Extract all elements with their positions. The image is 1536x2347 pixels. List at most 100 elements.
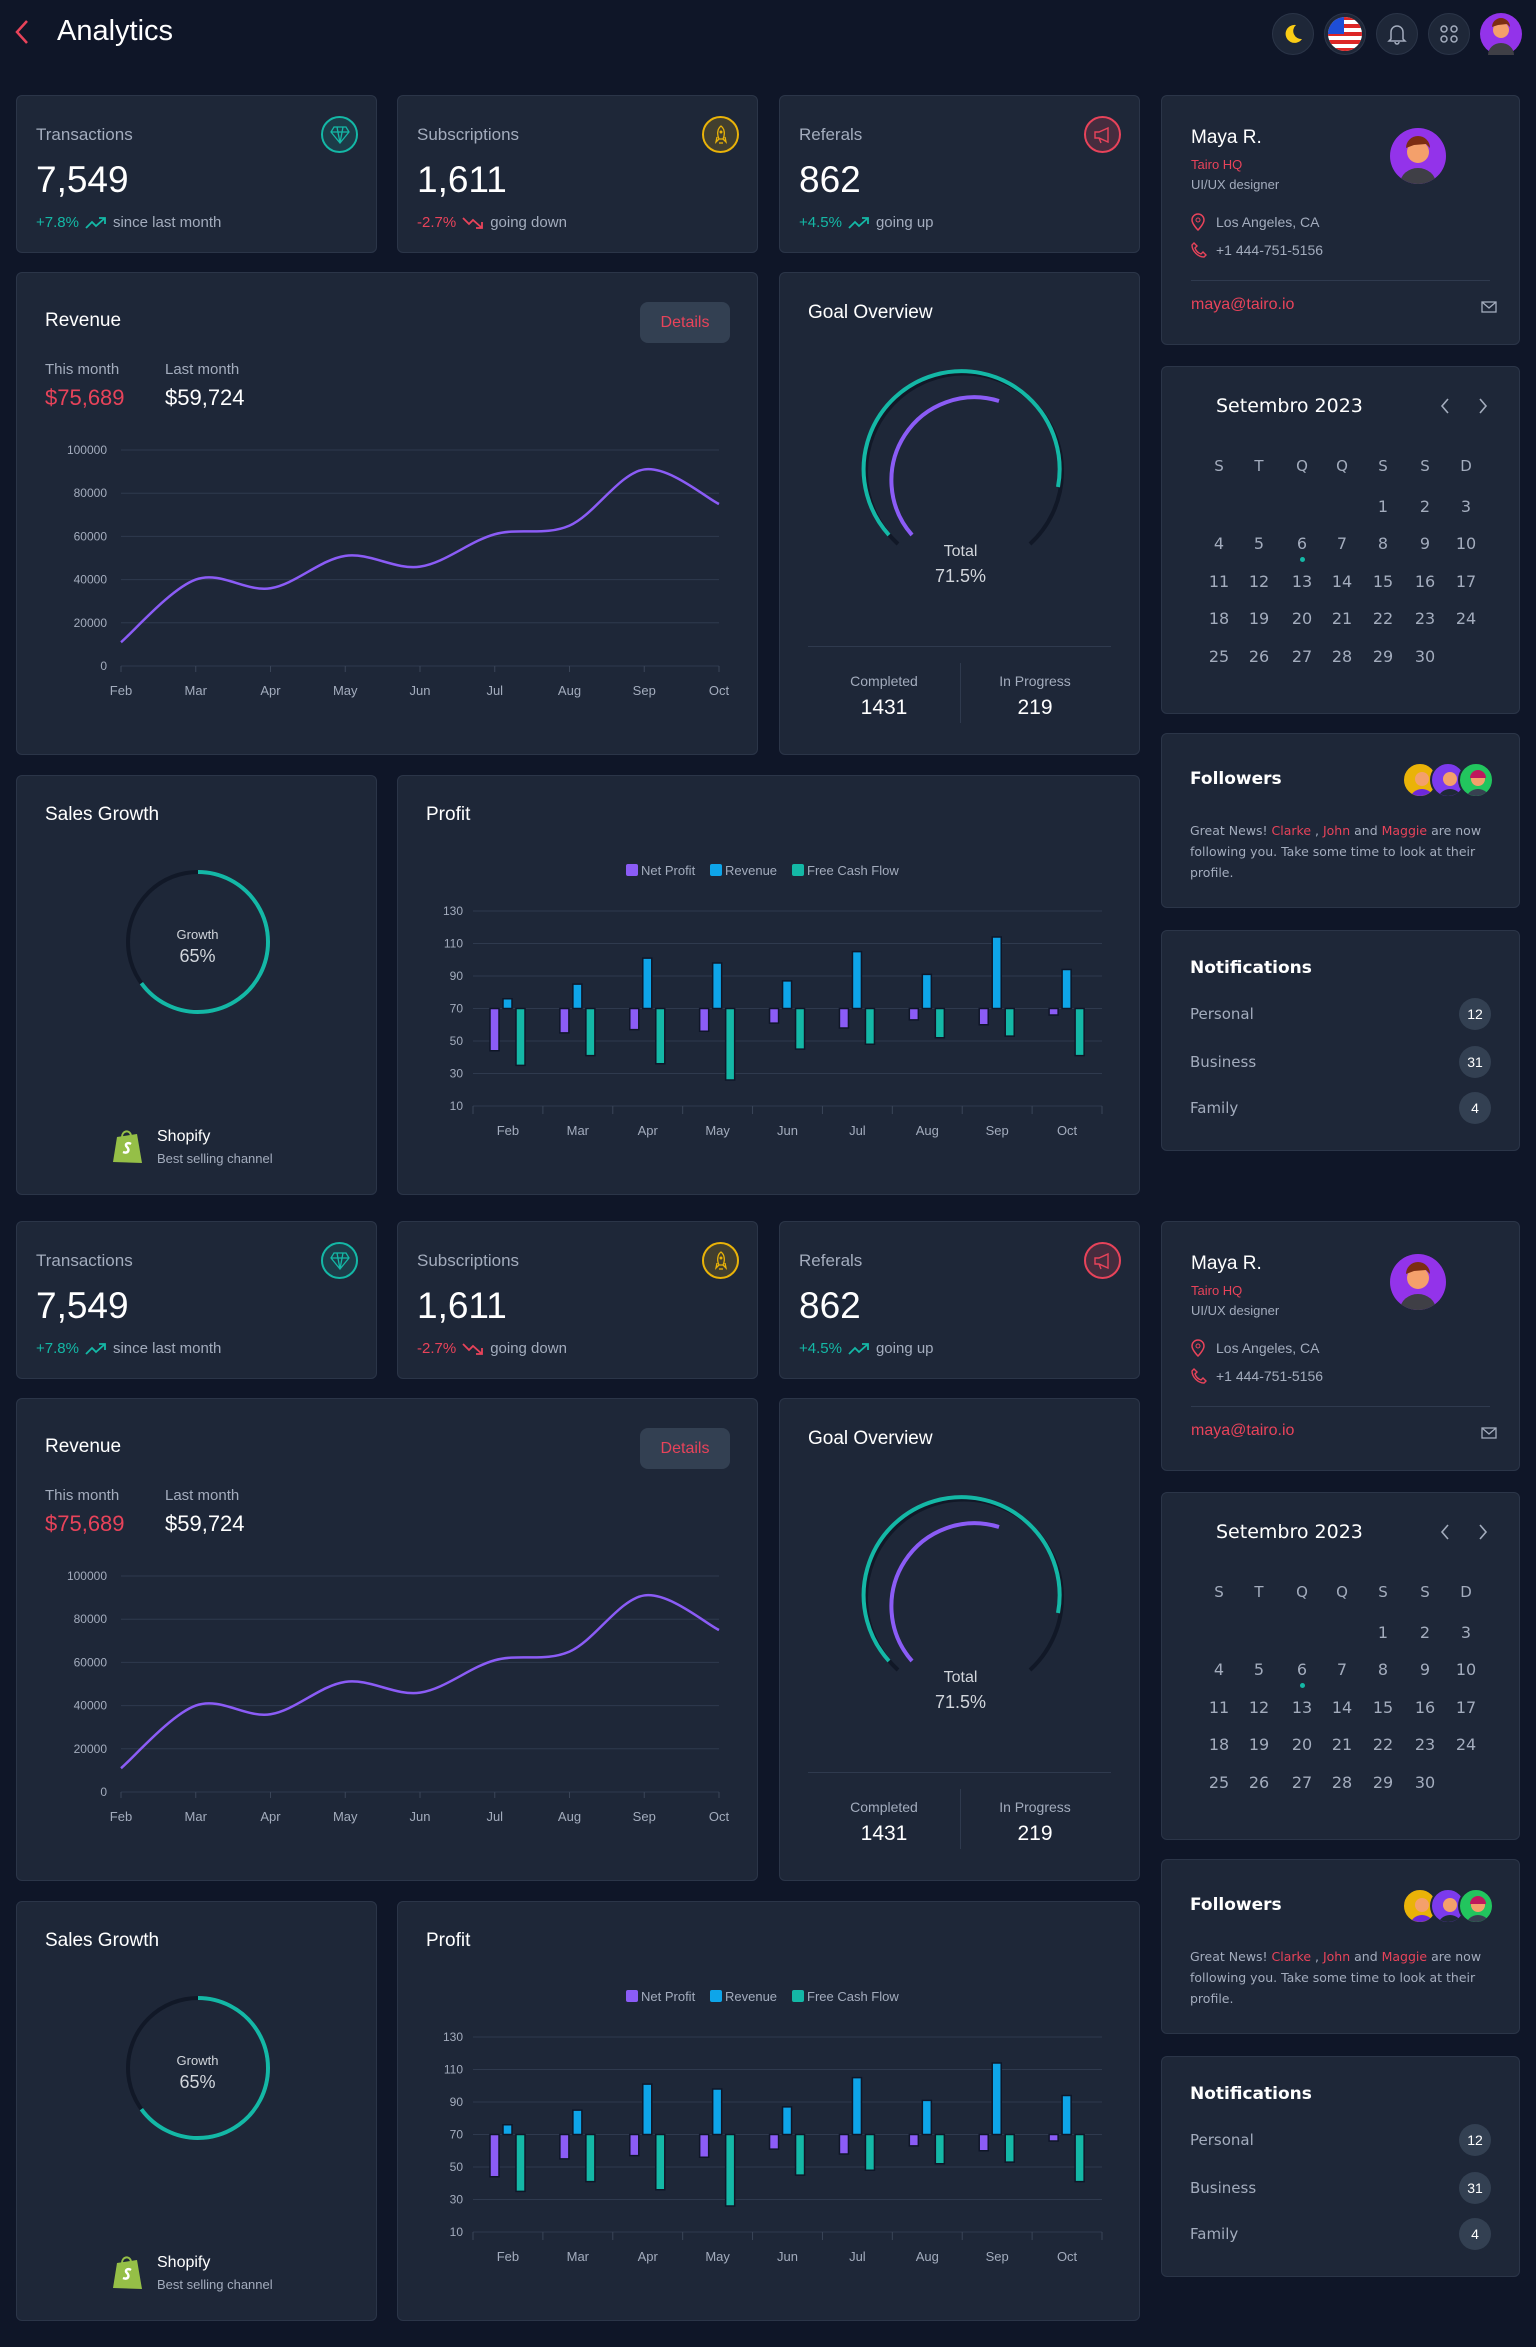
calendar-day-23[interactable]: 23 [1405, 609, 1445, 628]
follower-link-john[interactable]: John [1323, 1949, 1350, 1964]
follower-link-maggie[interactable]: Maggie [1382, 1949, 1427, 1964]
calendar-day-6[interactable]: 6 [1282, 1660, 1322, 1679]
calendar-day-30[interactable]: 30 [1405, 647, 1445, 666]
dashboard-section-repeat: Transactions 7,549 +7.8% since last month… [0, 1221, 1536, 2347]
calendar-day-16[interactable]: 16 [1405, 572, 1445, 591]
calendar-day-25[interactable]: 25 [1199, 647, 1239, 666]
calendar-day-14[interactable]: 14 [1322, 572, 1362, 591]
profile-email-link[interactable]: maya@tairo.io [1191, 296, 1294, 314]
calendar-day-3[interactable]: 3 [1446, 497, 1486, 516]
y-tick-label: 30 [450, 1067, 464, 1081]
back-chevron-icon[interactable] [14, 18, 34, 48]
calendar-day-11[interactable]: 11 [1199, 1698, 1239, 1717]
calendar-day-19[interactable]: 19 [1239, 1735, 1279, 1754]
calendar-day-1[interactable]: 1 [1363, 1623, 1403, 1642]
calendar-day-5[interactable]: 5 [1239, 1660, 1279, 1679]
calendar-day-21[interactable]: 21 [1322, 609, 1362, 628]
calendar-day-20[interactable]: 20 [1282, 609, 1322, 628]
follower-link-john[interactable]: John [1323, 823, 1350, 838]
message-text: and [1350, 823, 1382, 838]
count-badge: 12 [1459, 2124, 1491, 2156]
calendar-day-22[interactable]: 22 [1363, 609, 1403, 628]
calendar-day-26[interactable]: 26 [1239, 647, 1279, 666]
calendar-day-4[interactable]: 4 [1199, 534, 1239, 553]
calendar-day-20[interactable]: 20 [1282, 1735, 1322, 1754]
x-tick-label: Sep [633, 1809, 656, 1824]
calendar-day-28[interactable]: 28 [1322, 1773, 1362, 1792]
calendar-day-13[interactable]: 13 [1282, 1698, 1322, 1717]
calendar-day-26[interactable]: 26 [1239, 1773, 1279, 1792]
calendar-day-1[interactable]: 1 [1363, 497, 1403, 516]
calendar-day-9[interactable]: 9 [1405, 1660, 1445, 1679]
calendar-day-27[interactable]: 27 [1282, 647, 1322, 666]
follower-link-clarke[interactable]: Clarke [1272, 823, 1311, 838]
follower-avatar-maggie[interactable] [1458, 762, 1494, 798]
calendar-day-29[interactable]: 29 [1363, 1773, 1403, 1792]
weekday-label: Q [1296, 457, 1308, 475]
calendar-day-27[interactable]: 27 [1282, 1773, 1322, 1792]
calendar-day-8[interactable]: 8 [1363, 534, 1403, 553]
calendar-day-13[interactable]: 13 [1282, 572, 1322, 591]
calendar-day-23[interactable]: 23 [1405, 1735, 1445, 1754]
user-avatar[interactable] [1480, 13, 1522, 55]
prev-month-chevron-icon[interactable] [1439, 1523, 1451, 1541]
calendar-day-29[interactable]: 29 [1363, 647, 1403, 666]
x-tick-label: Apr [260, 1809, 281, 1824]
calendar-day-8[interactable]: 8 [1363, 1660, 1403, 1679]
calendar-day-14[interactable]: 14 [1322, 1698, 1362, 1717]
x-tick-label: Sep [986, 2249, 1009, 2264]
calendar-day-6[interactable]: 6 [1282, 534, 1322, 553]
calendar-day-15[interactable]: 15 [1363, 1698, 1403, 1717]
legend-swatch [626, 864, 638, 876]
calendar-day-7[interactable]: 7 [1322, 1660, 1362, 1679]
prev-month-chevron-icon[interactable] [1439, 397, 1451, 415]
calendar-day-28[interactable]: 28 [1322, 647, 1362, 666]
calendar-day-16[interactable]: 16 [1405, 1698, 1445, 1717]
calendar-day-11[interactable]: 11 [1199, 572, 1239, 591]
follower-avatar-maggie[interactable] [1458, 1888, 1494, 1924]
calendar-day-18[interactable]: 18 [1199, 609, 1239, 628]
profile-email-link[interactable]: maya@tairo.io [1191, 1422, 1294, 1440]
calendar-day-2[interactable]: 2 [1405, 497, 1445, 516]
profile-avatar [1390, 128, 1446, 184]
calendar-day-3[interactable]: 3 [1446, 1623, 1486, 1642]
y-tick-label: 40000 [74, 1699, 108, 1713]
calendar-day-30[interactable]: 30 [1405, 1773, 1445, 1792]
y-tick-label: 10 [450, 2225, 464, 2239]
calendar-day-12[interactable]: 12 [1239, 1698, 1279, 1717]
calendar-day-5[interactable]: 5 [1239, 534, 1279, 553]
calendar-day-10[interactable]: 10 [1446, 1660, 1486, 1679]
profile-company[interactable]: Tairo HQ [1191, 1283, 1242, 1298]
follower-link-clarke[interactable]: Clarke [1272, 1949, 1311, 1964]
calendar-day-17[interactable]: 17 [1446, 1698, 1486, 1717]
calendar-day-17[interactable]: 17 [1446, 572, 1486, 591]
calendar-day-24[interactable]: 24 [1446, 1735, 1486, 1754]
us-flag-icon[interactable] [1324, 13, 1366, 55]
moon-icon[interactable] [1272, 13, 1314, 55]
calendar-day-19[interactable]: 19 [1239, 609, 1279, 628]
calendar-day-2[interactable]: 2 [1405, 1623, 1445, 1642]
calendar-day-10[interactable]: 10 [1446, 534, 1486, 553]
calendar-day-15[interactable]: 15 [1363, 572, 1403, 591]
next-month-chevron-icon[interactable] [1477, 1523, 1489, 1541]
mail-icon[interactable] [1481, 301, 1497, 313]
calendar-day-12[interactable]: 12 [1239, 572, 1279, 591]
calendar-day-4[interactable]: 4 [1199, 1660, 1239, 1679]
calendar-day-25[interactable]: 25 [1199, 1773, 1239, 1792]
weekday-label: D [1460, 457, 1472, 475]
calendar-day-24[interactable]: 24 [1446, 609, 1486, 628]
bell-icon[interactable] [1376, 13, 1418, 55]
calendar-day-9[interactable]: 9 [1405, 534, 1445, 553]
apps-grid-icon[interactable] [1428, 13, 1470, 55]
follower-link-maggie[interactable]: Maggie [1382, 823, 1427, 838]
next-month-chevron-icon[interactable] [1477, 397, 1489, 415]
calendar-day-18[interactable]: 18 [1199, 1735, 1239, 1754]
calendar-day-22[interactable]: 22 [1363, 1735, 1403, 1754]
bar-revenue-oct [1061, 968, 1072, 1010]
weekday-label: S [1378, 1583, 1388, 1601]
profile-company[interactable]: Tairo HQ [1191, 157, 1242, 172]
calendar-day-7[interactable]: 7 [1322, 534, 1362, 553]
calendar-day-21[interactable]: 21 [1322, 1735, 1362, 1754]
mail-icon[interactable] [1481, 1427, 1497, 1439]
profile-card: Maya R. Tairo HQ UI/UX designer Los Ange… [1161, 95, 1520, 345]
